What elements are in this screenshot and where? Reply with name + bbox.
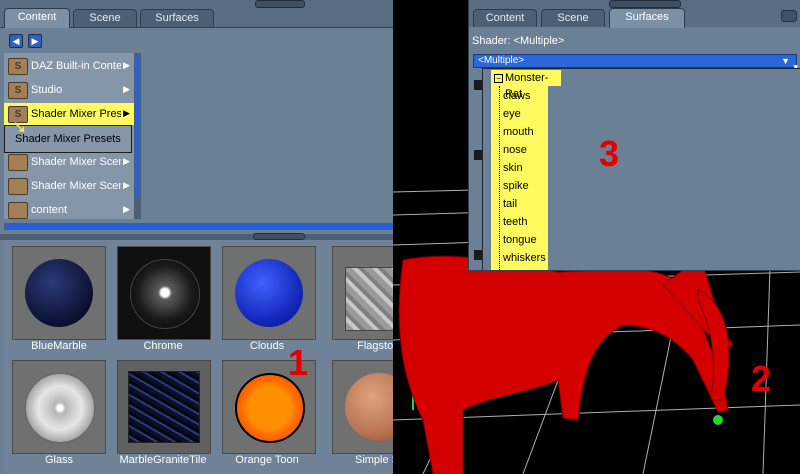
tree-item-label: Shader Mixer Scene xyxy=(31,180,121,192)
tree-item-shader-mixer-scenes-2[interactable]: Shader Mixer Scene ▶ xyxy=(4,175,134,197)
chevron-right-icon: ▶ xyxy=(123,156,130,166)
cube-granite-icon xyxy=(128,371,200,443)
panel-menu-icon[interactable] xyxy=(781,10,797,22)
tree-item-label: Studio xyxy=(31,84,63,96)
folder-icon xyxy=(8,154,28,171)
tab-surfaces[interactable]: Surfaces xyxy=(609,8,685,28)
surfaces-tab-bar: Content Scene Surfaces xyxy=(469,0,800,28)
tab-scene[interactable]: Scene xyxy=(541,9,605,27)
chevron-right-icon: ▶ xyxy=(123,204,130,214)
surface-item[interactable]: claws xyxy=(503,87,531,105)
folder-icon xyxy=(8,178,28,195)
thumb-label: Glass xyxy=(44,454,74,466)
tree-item-label: Shader Mixer Preset xyxy=(31,108,121,120)
tab-content[interactable]: Content xyxy=(473,9,537,27)
surface-item[interactable]: skin xyxy=(503,159,523,177)
tree-item-content[interactable]: content ▶ xyxy=(4,199,134,221)
chevron-right-icon: ▶ xyxy=(123,84,130,94)
surface-item[interactable]: eye xyxy=(503,105,521,123)
chevron-right-icon: ▶ xyxy=(123,108,130,118)
folder-icon: S xyxy=(8,82,28,99)
surface-item[interactable]: tongue xyxy=(503,231,537,249)
back-arrow-icon[interactable]: ◀ xyxy=(9,34,23,48)
thumb-glass[interactable] xyxy=(12,360,106,454)
content-panel: Content Scene Surfaces ◀ ▶ S DAZ Built-i… xyxy=(0,0,393,474)
sphere-chrome-icon xyxy=(130,259,200,329)
sphere-glass-icon xyxy=(25,373,95,443)
surface-root-item[interactable]: − Monster-Rat xyxy=(491,70,561,100)
cube-stone-icon xyxy=(345,267,393,331)
drag-cursor-icon: ➘ xyxy=(12,117,28,137)
tree-connector xyxy=(499,86,501,270)
thumb-label: Orange Toon xyxy=(235,454,299,466)
panel-grip[interactable] xyxy=(255,0,305,8)
folder-icon: S xyxy=(8,58,28,75)
thumb-flagstone[interactable] xyxy=(332,246,393,340)
thumb-bluemarble[interactable] xyxy=(12,246,106,340)
tree-item-label: DAZ Built-in Conte xyxy=(31,60,121,72)
horizontal-scroll-thumb[interactable] xyxy=(5,224,393,229)
tree-item-label: content xyxy=(31,204,68,216)
sphere-skin-icon xyxy=(345,373,393,441)
thumb-label: Chrome xyxy=(143,340,183,352)
surface-item[interactable]: whiskers xyxy=(503,249,546,267)
thumb-chrome[interactable] xyxy=(117,246,211,340)
tree-item-daz-built-in[interactable]: S DAZ Built-in Conte ▶ xyxy=(4,55,134,77)
chevron-right-icon: ▶ xyxy=(123,180,130,190)
marker-2: 2 xyxy=(751,358,772,399)
side-control xyxy=(474,150,482,160)
tab-scene[interactable]: Scene xyxy=(73,9,137,27)
thumb-clouds[interactable] xyxy=(222,246,316,340)
surface-item[interactable]: tail xyxy=(503,195,517,213)
chevron-right-icon: ▶ xyxy=(123,60,130,70)
dropdown-value: <Multiple> xyxy=(478,55,525,66)
surfaces-panel: Content Scene Surfaces Shader: <Multiple… xyxy=(468,0,800,271)
thumb-label: BlueMarble xyxy=(31,340,87,352)
shader-dropdown[interactable]: <Multiple> ▼ xyxy=(473,54,797,68)
tree-item-shader-mixer-scenes[interactable]: Shader Mixer Scene ▶ xyxy=(4,151,134,173)
sphere-dark-blue-icon xyxy=(25,259,93,327)
surface-item[interactable]: spike xyxy=(503,177,529,195)
tab-surfaces[interactable]: Surfaces xyxy=(140,9,214,27)
collapse-icon[interactable]: − xyxy=(494,74,503,83)
side-control xyxy=(474,80,482,90)
thumbnail-grid: BlueMarble Chrome Clouds Flagstor Glass … xyxy=(4,240,393,474)
surface-item[interactable]: teeth xyxy=(503,213,527,231)
forward-arrow-icon[interactable]: ▶ xyxy=(28,34,42,48)
content-tab-bar: Content Scene Surfaces xyxy=(0,0,393,28)
sphere-blue-icon xyxy=(235,259,303,327)
thumb-label: MarbleGraniteTile xyxy=(119,454,207,466)
folder-icon xyxy=(8,202,28,219)
shader-label: Shader: <Multiple> xyxy=(472,35,565,47)
monster-rat-model xyxy=(398,255,734,474)
splitter-grip[interactable] xyxy=(253,233,305,240)
tree-item-studio[interactable]: S Studio ▶ xyxy=(4,79,134,101)
tree-item-label: Shader Mixer Scene xyxy=(31,156,121,168)
tree-scroll-thumb[interactable] xyxy=(135,55,140,197)
marker-1: 1 xyxy=(288,342,309,383)
marker-3: 3 xyxy=(599,133,620,174)
panel-grip[interactable] xyxy=(609,0,681,8)
side-control xyxy=(474,250,482,260)
thumb-label: Simple S xyxy=(354,454,393,466)
surface-item[interactable]: mouth xyxy=(503,123,534,141)
tab-content[interactable]: Content xyxy=(4,8,70,28)
thumb-label: Flagstor xyxy=(357,340,393,352)
thumb-simple-skin[interactable] xyxy=(332,360,393,454)
thumb-marblegranitetile[interactable] xyxy=(117,360,211,454)
surface-item[interactable]: nose xyxy=(503,141,527,159)
